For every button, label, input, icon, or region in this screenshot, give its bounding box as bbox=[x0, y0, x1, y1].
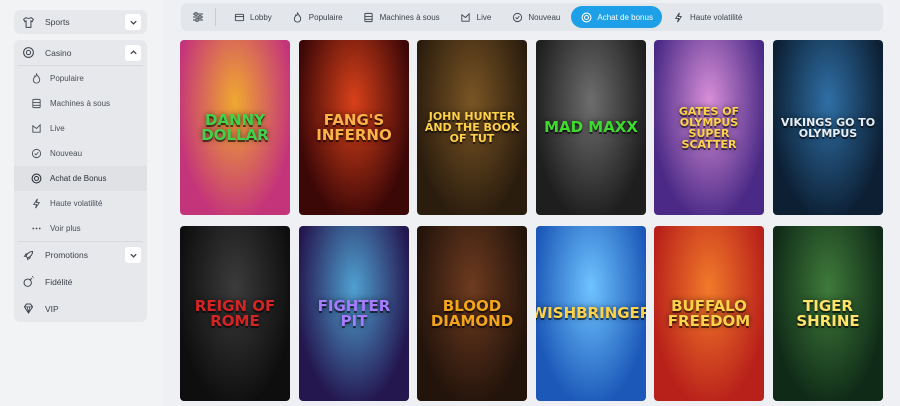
sidebar-item-label: Populaire bbox=[50, 74, 84, 83]
diamond-icon bbox=[20, 301, 36, 317]
sidebar-item-label: Achat de Bonus bbox=[50, 174, 107, 183]
flame-icon bbox=[30, 73, 42, 85]
game-title: Mad Maxx bbox=[544, 118, 638, 136]
sidebar-item-nouveau[interactable]: Nouveau bbox=[14, 141, 147, 166]
sidebar-item-voir-plus[interactable]: Voir plus bbox=[14, 216, 147, 241]
main-content: Lobby Populaire Machines à sous Live Nou… bbox=[162, 0, 900, 406]
lobby-icon bbox=[233, 11, 245, 23]
flame-icon bbox=[292, 11, 304, 23]
tab-label: Lobby bbox=[250, 12, 272, 22]
game-card[interactable]: Reign of Rome bbox=[180, 226, 290, 401]
game-title: Blood Diamond bbox=[430, 296, 514, 330]
sidebar-item-label: Fidélité bbox=[45, 276, 73, 287]
tab-label: Haute volatilité bbox=[689, 12, 743, 22]
game-card[interactable]: Wishbringer bbox=[536, 226, 646, 401]
shirt-icon bbox=[20, 14, 36, 30]
chevron-down-icon[interactable] bbox=[125, 247, 141, 263]
game-title: John Hunter and the Book of Tut bbox=[424, 110, 520, 145]
tab-achat-de-bonus[interactable]: Achat de bonus bbox=[571, 6, 662, 28]
more-dots-icon bbox=[30, 223, 42, 235]
game-title: Fang's Inferno bbox=[316, 110, 392, 144]
sidebar-item-label: Voir plus bbox=[50, 224, 81, 233]
game-title: Reign of Rome bbox=[194, 296, 276, 330]
game-title: Gates of Olympus Super Scatter bbox=[678, 104, 740, 151]
sidebar-item-label: Sports bbox=[45, 17, 70, 27]
lightning-icon bbox=[30, 198, 42, 210]
bonus-icon bbox=[580, 11, 592, 23]
tab-label: Populaire bbox=[308, 12, 343, 22]
sidebar-item-label: Haute volatilité bbox=[50, 199, 103, 208]
sidebar-item-label: Machines à sous bbox=[50, 99, 111, 108]
sidebar-item-sports[interactable]: Sports bbox=[14, 10, 147, 34]
casino-card: Casino Populaire Machines à sous Live No… bbox=[14, 40, 147, 322]
game-card[interactable]: Fighter Pit bbox=[299, 226, 409, 401]
sidebar-item-live[interactable]: Live bbox=[14, 116, 147, 141]
chevron-up-icon[interactable] bbox=[125, 44, 141, 61]
check-circle-icon bbox=[511, 11, 523, 23]
game-card[interactable]: Blood Diamond bbox=[417, 226, 527, 401]
live-icon bbox=[460, 11, 472, 23]
live-icon bbox=[30, 123, 42, 135]
tab-lobby[interactable]: Lobby bbox=[224, 6, 281, 28]
game-card[interactable]: Gates of Olympus Super Scatter bbox=[654, 40, 764, 215]
tab-machines-a-sous[interactable]: Machines à sous bbox=[354, 6, 449, 28]
sidebar-item-vip[interactable]: VIP bbox=[14, 295, 147, 322]
slot-machine-icon bbox=[363, 11, 375, 23]
game-title: Wishbringer bbox=[536, 304, 646, 322]
slot-machine-icon bbox=[30, 98, 42, 110]
tab-label: Live bbox=[476, 12, 492, 22]
bomb-icon bbox=[20, 274, 36, 290]
game-title: Vikings Go To Olympus bbox=[780, 115, 876, 140]
tab-label: Achat de bonus bbox=[597, 12, 653, 22]
casino-chip-icon bbox=[20, 45, 36, 61]
sidebar: Sports Casino Populaire Machines à sous … bbox=[0, 0, 162, 406]
game-card[interactable]: Tiger Shrine bbox=[773, 226, 883, 401]
sidebar-item-label: Live bbox=[50, 124, 65, 133]
check-circle-icon bbox=[30, 148, 42, 160]
game-card[interactable]: Mad Maxx bbox=[536, 40, 646, 215]
tab-label: Nouveau bbox=[528, 12, 561, 22]
game-card[interactable]: Vikings Go To Olympus bbox=[773, 40, 883, 215]
sidebar-item-label: Casino bbox=[45, 47, 72, 58]
chevron-down-icon[interactable] bbox=[125, 14, 141, 30]
sidebar-item-label: VIP bbox=[45, 303, 59, 314]
sidebar-item-label: Nouveau bbox=[50, 149, 83, 158]
game-title: Tiger Shrine bbox=[796, 296, 860, 330]
sports-card: Sports bbox=[14, 10, 147, 34]
rocket-icon bbox=[20, 247, 36, 263]
bonus-icon bbox=[30, 173, 42, 185]
sidebar-item-fidelite[interactable]: Fidélité bbox=[14, 268, 147, 295]
game-title: Buffalo Freedom bbox=[667, 296, 751, 330]
category-filter-bar: Lobby Populaire Machines à sous Live Nou… bbox=[181, 3, 883, 31]
sidebar-item-label: Promotions bbox=[45, 250, 88, 260]
sidebar-item-promotions[interactable]: Promotions bbox=[14, 242, 147, 268]
game-card[interactable]: John Hunter and the Book of Tut bbox=[417, 40, 527, 215]
tab-populaire[interactable]: Populaire bbox=[283, 6, 352, 28]
game-title: Danny Dollar bbox=[201, 110, 269, 144]
game-card[interactable]: Buffalo Freedom bbox=[654, 226, 764, 401]
game-title: Fighter Pit bbox=[317, 296, 391, 330]
sidebar-item-haute-volatilite[interactable]: Haute volatilité bbox=[14, 191, 147, 216]
filter-sliders-icon[interactable] bbox=[187, 6, 209, 28]
divider bbox=[215, 8, 216, 26]
tab-live[interactable]: Live bbox=[451, 6, 501, 28]
sidebar-item-machines[interactable]: Machines à sous bbox=[14, 91, 147, 116]
tab-haute-volatilite[interactable]: Haute volatilité bbox=[664, 6, 751, 28]
tab-label: Machines à sous bbox=[379, 12, 440, 22]
sidebar-item-achat-de-bonus[interactable]: Achat de Bonus bbox=[14, 166, 147, 191]
sidebar-item-populaire[interactable]: Populaire bbox=[14, 66, 147, 91]
sidebar-item-casino[interactable]: Casino bbox=[14, 40, 147, 65]
game-card[interactable]: Danny Dollar bbox=[180, 40, 290, 215]
tab-nouveau[interactable]: Nouveau bbox=[502, 6, 569, 28]
lightning-icon bbox=[673, 11, 685, 23]
game-card[interactable]: Fang's Inferno bbox=[299, 40, 409, 215]
